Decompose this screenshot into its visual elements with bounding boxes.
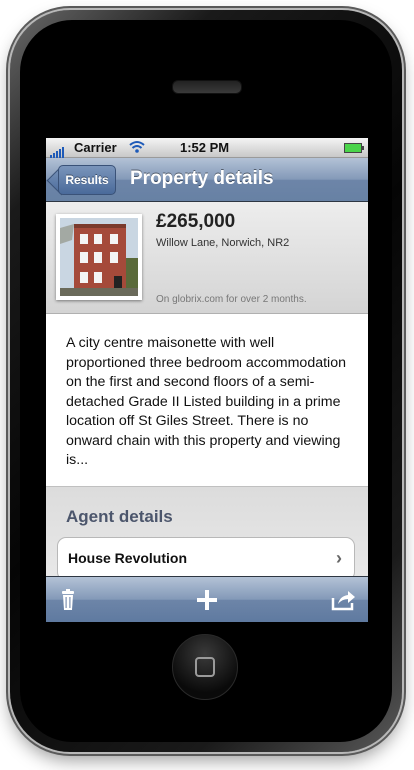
property-photo[interactable]: [56, 214, 142, 300]
add-icon[interactable]: [193, 586, 221, 614]
listing-summary: £265,000 Willow Lane, Norwich, NR2 On gl…: [46, 202, 368, 314]
agent-row[interactable]: House Revolution ›: [57, 537, 355, 581]
status-bar: Carrier 1:52 PM: [46, 138, 368, 158]
carrier-label: Carrier: [74, 140, 117, 155]
agent-name: House Revolution: [68, 550, 188, 566]
earpiece-speaker: [172, 80, 242, 94]
page-title: Property details: [130, 168, 274, 189]
chevron-right-icon: ›: [336, 548, 342, 568]
agent-details-heading: Agent details: [66, 507, 173, 526]
share-icon[interactable]: [330, 586, 358, 614]
signal-icon: [50, 143, 65, 158]
clock: 1:52 PM: [180, 140, 230, 155]
screen: Carrier 1:52 PM Results Property details: [46, 138, 368, 622]
toolbar: [46, 576, 368, 622]
navigation-bar: Results Property details: [46, 158, 368, 202]
wifi-icon: [129, 140, 145, 157]
battery-icon: [344, 143, 364, 153]
agent-details-section: Agent details House Revolution ›: [46, 486, 368, 581]
results-back-button[interactable]: Results: [58, 165, 116, 195]
trash-icon[interactable]: [54, 586, 82, 614]
address: Willow Lane, Norwich, NR2: [156, 237, 290, 249]
price: £265,000: [156, 211, 236, 232]
home-button[interactable]: [172, 634, 238, 700]
device-frame: Carrier 1:52 PM Results Property details: [0, 0, 414, 770]
listing-age-note: On globrix.com for over 2 months.: [156, 294, 307, 305]
property-description: A city centre maisonette with well propo…: [66, 335, 346, 468]
home-square-icon: [195, 657, 215, 677]
